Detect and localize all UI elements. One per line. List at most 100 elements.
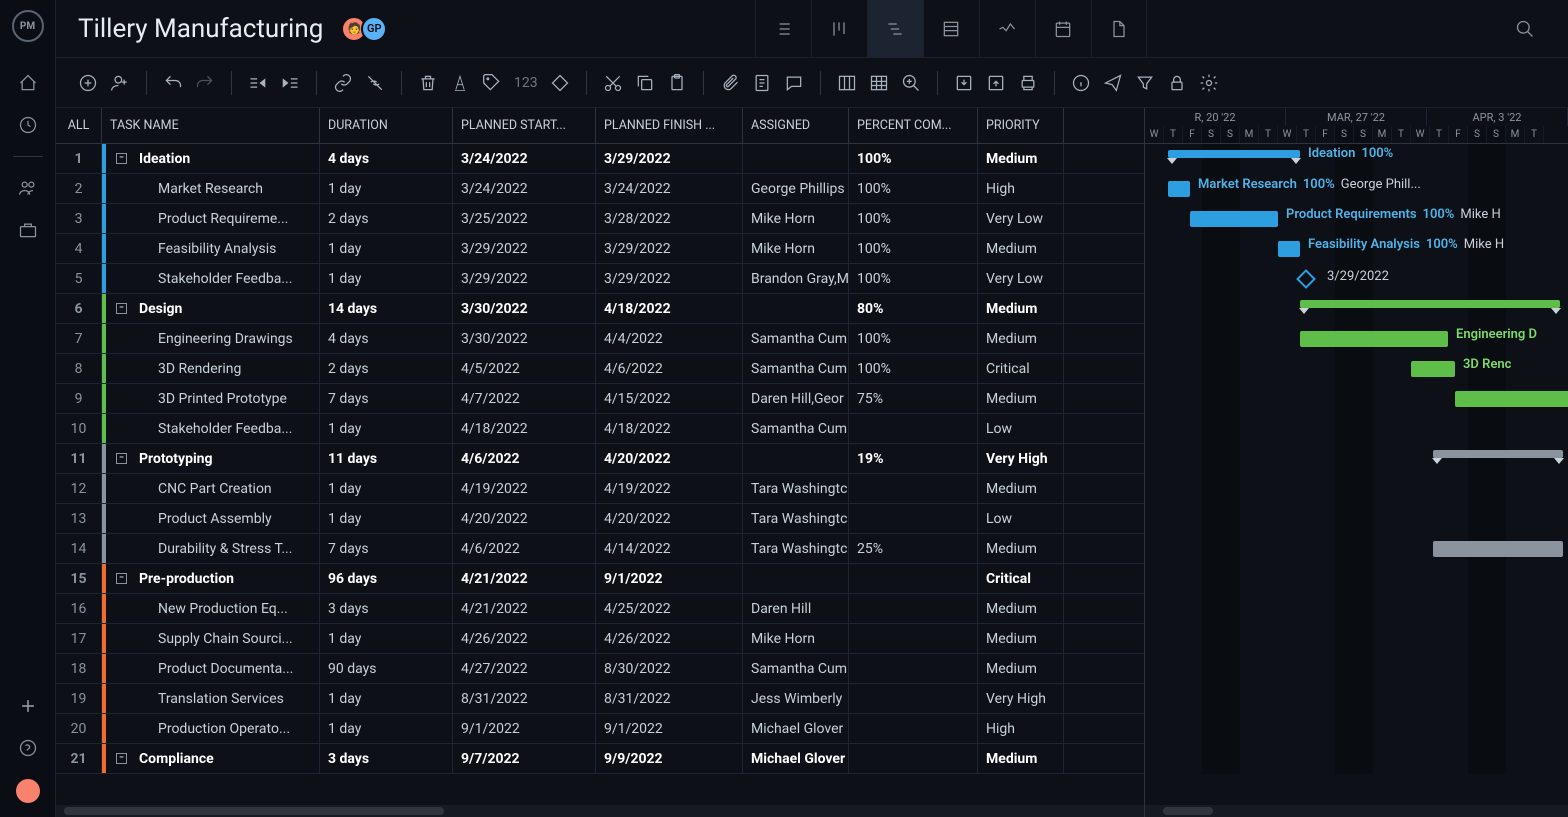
avatar-2[interactable]: GP [361, 16, 387, 42]
cell-dur[interactable]: 3 days [320, 744, 453, 773]
cell-asg[interactable]: Daren Hill,Geor [743, 384, 849, 413]
cell-pct[interactable]: 100% [849, 174, 978, 203]
cell-pri[interactable]: Medium [978, 744, 1064, 773]
gantt-h-scrollbar[interactable] [1145, 805, 1568, 817]
cell-pri[interactable]: Low [978, 414, 1064, 443]
view-calendar-icon[interactable] [1035, 0, 1091, 58]
cell-dur[interactable]: 14 days [320, 294, 453, 323]
cell-pct[interactable] [849, 714, 978, 743]
view-dashboard-icon[interactable] [979, 0, 1035, 58]
cell-pri[interactable]: Very Low [978, 264, 1064, 293]
row-number[interactable]: 12 [56, 474, 102, 503]
cell-fin[interactable]: 4/18/2022 [596, 294, 743, 323]
cell-pri[interactable]: Medium [978, 384, 1064, 413]
cell-fin[interactable]: 4/4/2022 [596, 324, 743, 353]
task-name-cell[interactable]: Product Assembly [102, 504, 320, 533]
view-sheet-icon[interactable] [923, 0, 979, 58]
gantt-bar[interactable]: Engineering D [1300, 331, 1448, 347]
cell-pct[interactable] [849, 504, 978, 533]
cell-start[interactable]: 8/31/2022 [453, 684, 596, 713]
task-row[interactable]: 3Product Requireme...2 days3/25/20223/28… [56, 204, 1144, 234]
gantt-bar[interactable]: 3D Renc [1411, 361, 1455, 377]
task-row[interactable]: 6−Design14 days3/30/20224/18/202280%Medi… [56, 294, 1144, 324]
task-row[interactable]: 18Product Documenta...90 days4/27/20228/… [56, 654, 1144, 684]
row-number[interactable]: 6 [56, 294, 102, 323]
cell-dur[interactable]: 90 days [320, 654, 453, 683]
cell-start[interactable]: 3/30/2022 [453, 324, 596, 353]
recent-icon[interactable] [17, 114, 39, 136]
task-name-cell[interactable]: Engineering Drawings [102, 324, 320, 353]
task-name-cell[interactable]: Production Operato... [102, 714, 320, 743]
cell-dur[interactable]: 1 day [320, 684, 453, 713]
gantt-bar[interactable]: Market Research100%George Phill... [1168, 181, 1190, 197]
cell-asg[interactable]: Tara Washingtc [743, 534, 849, 563]
row-number[interactable]: 7 [56, 324, 102, 353]
row-number[interactable]: 8 [56, 354, 102, 383]
cell-pct[interactable] [849, 414, 978, 443]
task-row[interactable]: 2Market Research1 day3/24/20223/24/2022G… [56, 174, 1144, 204]
gantt-bar[interactable] [1433, 541, 1563, 557]
cell-fin[interactable]: 4/18/2022 [596, 414, 743, 443]
row-number[interactable]: 17 [56, 624, 102, 653]
cell-start[interactable]: 3/24/2022 [453, 174, 596, 203]
cell-dur[interactable]: 1 day [320, 474, 453, 503]
cell-start[interactable]: 3/29/2022 [453, 264, 596, 293]
cell-start[interactable]: 4/6/2022 [453, 534, 596, 563]
cell-asg[interactable]: Daren Hill [743, 594, 849, 623]
collapse-icon[interactable]: − [116, 303, 127, 314]
milestone-icon[interactable] [1296, 269, 1316, 289]
cell-dur[interactable]: 4 days [320, 324, 453, 353]
cell-start[interactable]: 3/30/2022 [453, 294, 596, 323]
cell-fin[interactable]: 4/14/2022 [596, 534, 743, 563]
cell-pri[interactable]: Medium [978, 474, 1064, 503]
app-logo[interactable]: PM [12, 10, 44, 42]
avatar-group[interactable]: 🧑 GP [341, 16, 387, 42]
task-name-cell[interactable]: 3D Printed Prototype [102, 384, 320, 413]
task-row[interactable]: 11−Prototyping11 days4/6/20224/20/202219… [56, 444, 1144, 474]
task-name-cell[interactable]: Supply Chain Sourci... [102, 624, 320, 653]
notes-icon[interactable] [752, 73, 772, 93]
cell-pct[interactable] [849, 564, 978, 593]
task-name-cell[interactable]: −Compliance [102, 744, 320, 773]
task-name-cell[interactable]: −Ideation [102, 144, 320, 173]
task-name-cell[interactable]: Stakeholder Feedba... [102, 414, 320, 443]
cell-dur[interactable]: 1 day [320, 174, 453, 203]
view-list-icon[interactable] [755, 0, 811, 58]
task-row[interactable]: 5Stakeholder Feedba...1 day3/29/20223/29… [56, 264, 1144, 294]
task-name-cell[interactable]: −Prototyping [102, 444, 320, 473]
grid-icon[interactable] [869, 73, 889, 93]
column-header[interactable]: PRIORITY [978, 108, 1064, 143]
cell-pct[interactable]: 80% [849, 294, 978, 323]
cell-fin[interactable]: 4/20/2022 [596, 444, 743, 473]
cell-dur[interactable]: 1 day [320, 624, 453, 653]
cell-dur[interactable]: 96 days [320, 564, 453, 593]
row-number[interactable]: 18 [56, 654, 102, 683]
cell-pri[interactable]: Medium [978, 294, 1064, 323]
cell-pri[interactable]: Critical [978, 354, 1064, 383]
comment-icon[interactable] [784, 73, 804, 93]
cell-pct[interactable]: 100% [849, 234, 978, 263]
export-icon[interactable] [986, 73, 1006, 93]
cell-start[interactable]: 3/25/2022 [453, 204, 596, 233]
cell-asg[interactable]: Tara Washingtc [743, 474, 849, 503]
task-row[interactable]: 12CNC Part Creation1 day4/19/20224/19/20… [56, 474, 1144, 504]
cell-pri[interactable]: Medium [978, 534, 1064, 563]
copy-icon[interactable] [635, 73, 655, 93]
paste-icon[interactable] [667, 73, 687, 93]
cell-fin[interactable]: 4/19/2022 [596, 474, 743, 503]
import-icon[interactable] [954, 73, 974, 93]
cell-pri[interactable]: Medium [978, 324, 1064, 353]
cell-start[interactable]: 9/7/2022 [453, 744, 596, 773]
indent-icon[interactable] [280, 73, 300, 93]
columns-icon[interactable] [837, 73, 857, 93]
cell-fin[interactable]: 4/20/2022 [596, 504, 743, 533]
cell-fin[interactable]: 3/29/2022 [596, 264, 743, 293]
row-number[interactable]: 19 [56, 684, 102, 713]
cell-start[interactable]: 9/1/2022 [453, 714, 596, 743]
zoom-in-icon[interactable] [901, 73, 921, 93]
link-icon[interactable] [333, 73, 353, 93]
user-avatar[interactable] [16, 779, 40, 803]
column-header[interactable]: PLANNED FINISH ... [596, 108, 743, 143]
tag-icon[interactable] [482, 73, 502, 93]
row-number[interactable]: 5 [56, 264, 102, 293]
